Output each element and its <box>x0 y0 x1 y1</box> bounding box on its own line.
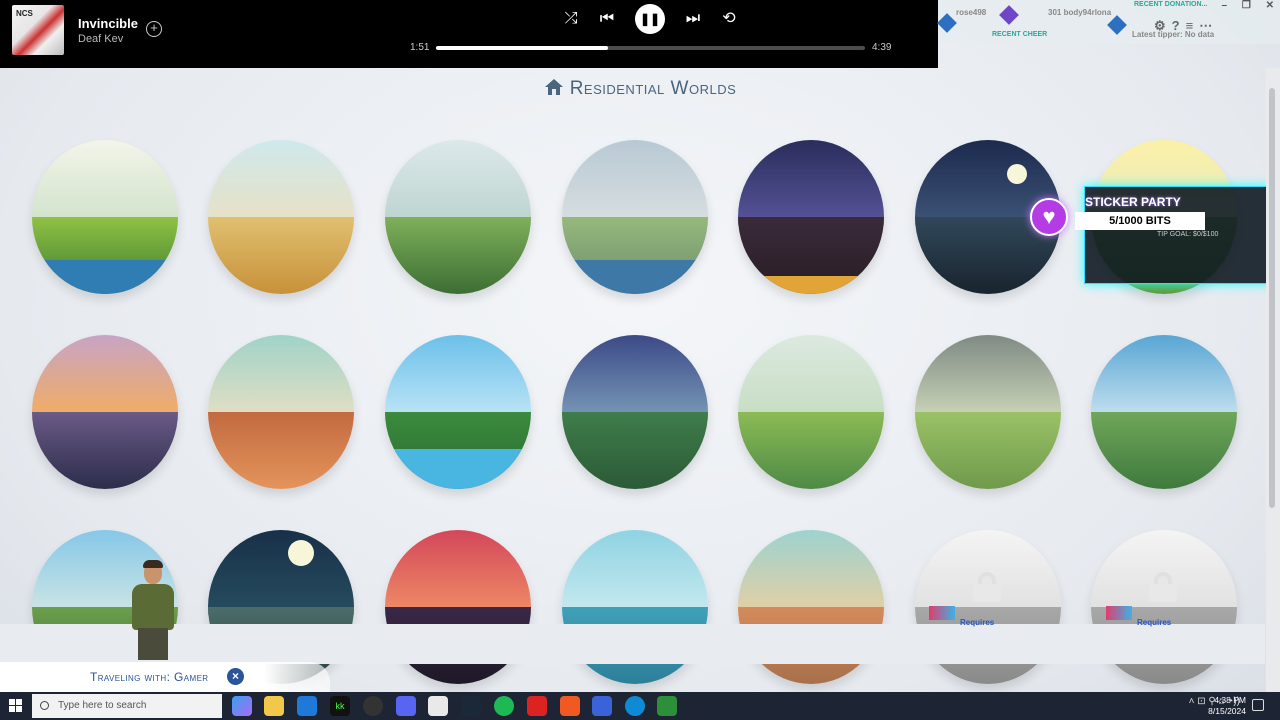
menu-icon[interactable]: ≡ <box>1186 18 1200 33</box>
search-icon <box>40 701 49 710</box>
window-controls: – ❐ ✕ <box>1210 0 1274 11</box>
bits-counter: 5/1000 BITS <box>1075 212 1205 230</box>
taskbar-search[interactable]: Type here to search <box>32 694 222 718</box>
help-icon[interactable]: ? <box>1172 18 1186 33</box>
lock-icon <box>1149 572 1177 602</box>
world-evergreen-harbor[interactable] <box>915 335 1061 489</box>
progress-bar[interactable] <box>436 46 865 50</box>
requires-label-2: Requires <box>1137 618 1172 627</box>
minimize-icon[interactable]: – <box>1222 0 1228 11</box>
sticker-title: STICKER PARTY <box>1085 195 1181 209</box>
next-icon[interactable]: ⏭ <box>682 8 704 30</box>
clock-time: 4:38 PM <box>1214 695 1246 705</box>
music-player: NCS Invincible Deaf Kev + ⤮ ⏮ ❚❚ ⏭ ⟲ 1:5… <box>0 0 938 68</box>
track-artist: Deaf Kev <box>78 33 124 45</box>
sims-icon[interactable] <box>657 696 677 716</box>
world-del-sol-valley[interactable] <box>32 335 178 489</box>
pack-thumbnail <box>1106 606 1132 620</box>
edge-icon[interactable] <box>625 696 645 716</box>
track-duration: 4:39 <box>872 42 892 53</box>
gem-icon <box>1107 15 1127 35</box>
moon-icon <box>288 540 314 566</box>
scrollbar[interactable] <box>1266 68 1280 692</box>
taskbar: Type here to search kk ˄ ⊡ ⚲ ⌂ ◔)) 4:38 … <box>0 692 1280 720</box>
sim-character <box>124 560 184 660</box>
lock-icon <box>973 572 1001 602</box>
traveling-with-bar: Traveling with: Gamer × <box>0 662 330 692</box>
elapsed-time: 1:51 <box>410 42 430 53</box>
pause-icon[interactable]: ❚❚ <box>635 4 665 34</box>
spotify-icon[interactable] <box>494 696 514 716</box>
search-placeholder: Type here to search <box>58 700 147 711</box>
settings-icon[interactable]: ⚙ <box>1154 18 1172 33</box>
world-britechester[interactable] <box>738 335 884 489</box>
shuffle-icon[interactable]: ⤮ <box>560 8 582 30</box>
world-san-myshuno[interactable] <box>738 140 884 294</box>
opera-icon[interactable] <box>527 696 547 716</box>
close-icon[interactable]: × <box>227 668 244 685</box>
sticker-party-overlay: STICKER PARTY 5/1000 BITS TIP GOAL: $0/$… <box>1075 186 1274 284</box>
kick-icon[interactable]: kk <box>330 696 350 716</box>
album-art: NCS <box>12 5 64 55</box>
clock-date: 8/15/2024 <box>1208 706 1246 716</box>
world-newcrest[interactable] <box>385 140 531 294</box>
stream-overlay-top: rose498 301 body94rlona RECENT DONATION.… <box>937 0 1280 44</box>
file-explorer-icon[interactable] <box>264 696 284 716</box>
notification-icon[interactable] <box>1252 699 1264 711</box>
steam-icon[interactable] <box>461 696 481 716</box>
origin-icon[interactable] <box>560 696 580 716</box>
close-icon[interactable]: ✕ <box>1266 0 1274 11</box>
page-title-text: Residential Worlds <box>569 78 737 99</box>
world-magnolia-promenade[interactable] <box>562 140 708 294</box>
taskbar-clock[interactable]: 4:38 PM 8/15/2024 <box>1202 695 1246 717</box>
pack-thumbnail <box>929 606 955 620</box>
world-oasis-springs[interactable] <box>208 140 354 294</box>
overlay-name-2: 301 body94rlona <box>1048 8 1112 17</box>
repeat-icon[interactable]: ⟲ <box>718 8 740 30</box>
gem-icon <box>937 13 957 33</box>
world-mt-komorebi[interactable] <box>1091 335 1237 489</box>
world-willow-creek[interactable] <box>32 140 178 294</box>
home-icon <box>544 79 563 95</box>
app-icon[interactable] <box>592 696 612 716</box>
add-icon[interactable]: + <box>146 21 162 37</box>
page-title: Residential Worlds <box>0 78 1280 100</box>
tip-goal: TIP GOAL: $0/$100 <box>1157 231 1219 238</box>
world-sulani[interactable] <box>385 335 531 489</box>
recent-cheer-label: RECENT CHEER <box>992 31 1048 38</box>
gem-icon <box>999 5 1019 25</box>
progress-fill <box>436 46 608 50</box>
track-title: Invincible <box>78 16 138 31</box>
heart-icon: ♥ <box>1030 198 1068 236</box>
store-icon[interactable] <box>428 696 448 716</box>
previous-icon[interactable]: ⏮ <box>596 8 618 30</box>
requires-label-1: Requires <box>960 618 995 627</box>
overlay-name-1: rose498 <box>956 8 987 17</box>
world-glimmerbrook[interactable] <box>562 335 708 489</box>
recent-donation-label: RECENT DONATION... <box>1134 1 1208 8</box>
more-icon[interactable]: ⋯ <box>1199 18 1218 33</box>
copilot-icon[interactable] <box>232 696 252 716</box>
moon-icon <box>1007 164 1027 184</box>
discord-icon[interactable] <box>396 696 416 716</box>
windows-start-icon[interactable] <box>9 699 23 713</box>
restore-icon[interactable]: ❐ <box>1242 0 1251 11</box>
scrollbar-thumb[interactable] <box>1269 88 1275 508</box>
overlay-icons: ⚙?≡⋯ <box>1154 18 1218 34</box>
mail-icon[interactable] <box>297 696 317 716</box>
traveling-with-label: Traveling with: Gamer <box>90 670 209 684</box>
bottom-fade <box>0 624 1265 664</box>
obs-icon[interactable] <box>363 696 383 716</box>
world-strangerville[interactable] <box>208 335 354 489</box>
